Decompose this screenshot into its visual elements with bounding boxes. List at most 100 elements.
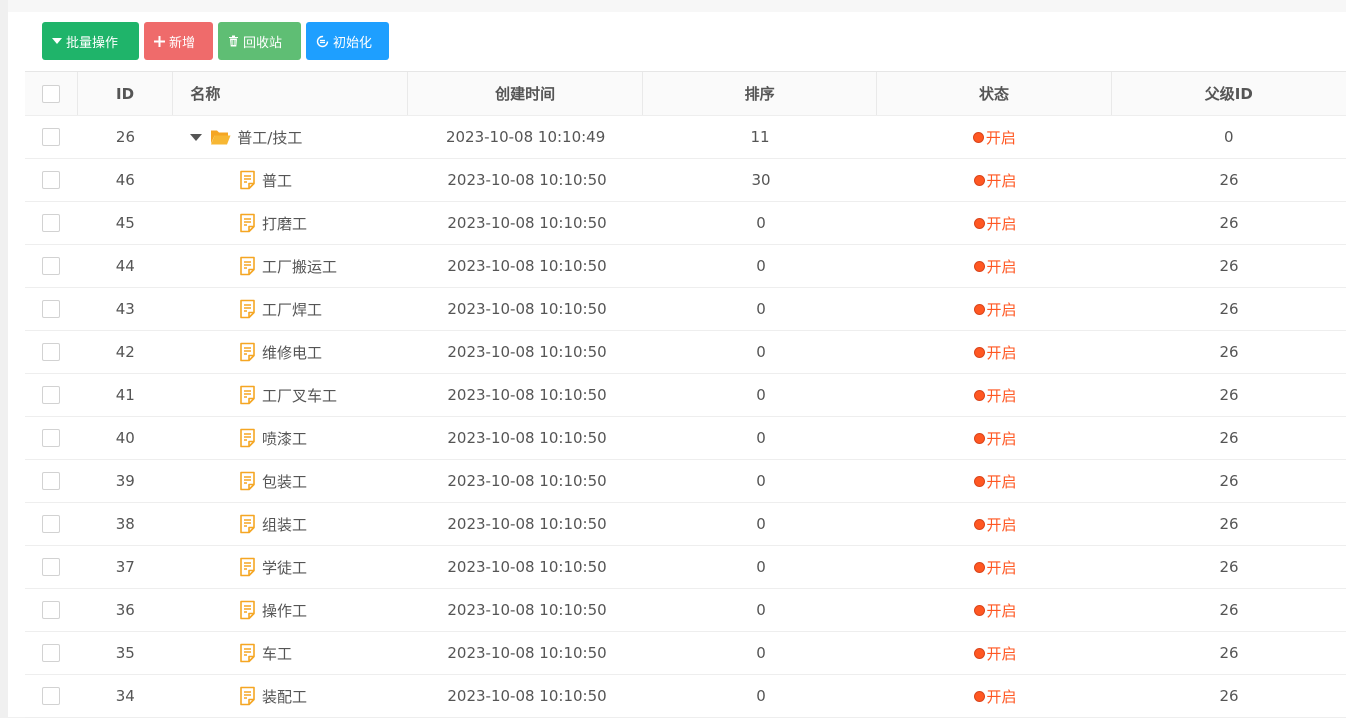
row-created-time: 2023-10-08 10:10:50 <box>410 546 644 588</box>
row-checkbox-cell <box>25 374 78 416</box>
row-parent-id: 26 <box>1112 460 1346 502</box>
document-icon <box>239 514 256 534</box>
status-badge[interactable]: 开启 <box>973 600 1017 621</box>
caret-down-icon[interactable] <box>190 133 203 141</box>
table-row[interactable]: 46 普工 2023-10-08 10:10:50 30 开启 26 <box>25 159 1346 202</box>
row-checkbox-cell <box>25 417 78 459</box>
table-row[interactable]: 36 操作工 2023-10-08 10:10:50 0 开启 26 <box>25 589 1346 632</box>
table-row[interactable]: 39 包装工 2023-10-08 10:10:50 0 开启 26 <box>25 460 1346 503</box>
row-parent-id-text: 26 <box>1219 386 1239 404</box>
status-text: 开启 <box>986 300 1017 319</box>
header-name[interactable]: 名称 <box>173 72 409 115</box>
status-dot-icon <box>973 217 985 229</box>
header-created-time[interactable]: 创建时间 <box>408 72 643 115</box>
status-badge[interactable]: 开启 <box>973 170 1017 191</box>
row-name-text: 工厂叉车工 <box>262 386 338 405</box>
row-id-text: 40 <box>115 429 135 447</box>
table-row[interactable]: 41 工厂叉车工 2023-10-08 10:10:50 0 开启 26 <box>25 374 1346 417</box>
row-sort: 0 <box>644 589 878 631</box>
status-badge[interactable]: 开启 <box>973 299 1017 320</box>
recycle-bin-button[interactable]: 回收站 <box>218 22 301 60</box>
row-checkbox[interactable] <box>42 386 61 404</box>
table-row[interactable]: 38 组装工 2023-10-08 10:10:50 0 开启 26 <box>25 503 1346 546</box>
row-name-text: 维修电工 <box>262 343 323 362</box>
refresh-icon <box>316 35 329 48</box>
batch-operation-button[interactable]: 批量操作 <box>42 22 139 60</box>
status-badge[interactable]: 开启 <box>973 557 1017 578</box>
row-checkbox[interactable] <box>42 128 61 146</box>
select-all-cell <box>25 72 78 115</box>
row-parent-id: 26 <box>1112 331 1346 373</box>
document-icon <box>239 213 256 233</box>
row-checkbox[interactable] <box>42 257 61 275</box>
row-created-time: 2023-10-08 10:10:50 <box>410 374 644 416</box>
status-text: 开启 <box>986 171 1017 190</box>
header-sort[interactable]: 排序 <box>643 72 878 115</box>
row-id-text: 38 <box>115 515 135 533</box>
table-row[interactable]: 35 车工 2023-10-08 10:10:50 0 开启 26 <box>25 632 1346 675</box>
row-checkbox[interactable] <box>42 300 61 318</box>
table-row[interactable]: 34 装配工 2023-10-08 10:10:50 0 开启 26 <box>25 675 1346 718</box>
table-row[interactable]: 43 工厂焊工 2023-10-08 10:10:50 0 开启 26 <box>25 288 1346 331</box>
status-dot-icon <box>973 303 985 315</box>
table-row[interactable]: 45 打磨工 2023-10-08 10:10:50 0 开启 26 <box>25 202 1346 245</box>
status-badge[interactable]: 开启 <box>972 127 1016 148</box>
header-status[interactable]: 状态 <box>877 72 1112 115</box>
table-row[interactable]: 42 维修电工 2023-10-08 10:10:50 0 开启 26 <box>25 331 1346 374</box>
row-time-text: 2023-10-08 10:10:50 <box>447 386 607 404</box>
status-badge[interactable]: 开启 <box>973 256 1017 277</box>
row-checkbox[interactable] <box>42 472 61 490</box>
status-text: 开启 <box>986 558 1017 577</box>
table-row[interactable]: 37 学徒工 2023-10-08 10:10:50 0 开启 26 <box>25 546 1346 589</box>
status-badge[interactable]: 开启 <box>973 213 1017 234</box>
status-badge[interactable]: 开启 <box>973 342 1017 363</box>
row-sort-text: 0 <box>756 343 766 361</box>
row-checkbox-cell <box>25 202 78 244</box>
status-text: 开启 <box>986 687 1017 706</box>
row-id: 39 <box>78 460 174 502</box>
row-checkbox-cell <box>25 460 78 502</box>
header-parent-id[interactable]: 父级ID <box>1112 72 1346 115</box>
row-name-text: 工厂焊工 <box>262 300 323 319</box>
status-badge[interactable]: 开启 <box>973 643 1017 664</box>
status-badge[interactable]: 开启 <box>973 514 1017 535</box>
row-checkbox[interactable] <box>42 601 61 619</box>
row-id: 38 <box>78 503 174 545</box>
status-badge[interactable]: 开启 <box>973 686 1017 707</box>
row-status-cell: 开启 <box>878 417 1112 459</box>
initialize-button[interactable]: 初始化 <box>306 22 389 60</box>
table-row[interactable]: 40 喷漆工 2023-10-08 10:10:50 0 开启 26 <box>25 417 1346 460</box>
row-status-cell: 开启 <box>878 331 1112 373</box>
row-checkbox[interactable] <box>42 214 61 232</box>
row-time-text: 2023-10-08 10:10:50 <box>447 558 607 576</box>
row-status-cell: 开启 <box>877 116 1111 158</box>
row-checkbox[interactable] <box>42 687 61 705</box>
row-parent-id: 26 <box>1112 503 1346 545</box>
status-badge[interactable]: 开启 <box>973 428 1017 449</box>
row-created-time: 2023-10-08 10:10:50 <box>410 675 644 717</box>
status-badge[interactable]: 开启 <box>973 471 1017 492</box>
header-id[interactable]: ID <box>78 72 174 115</box>
row-sort-text: 0 <box>756 515 766 533</box>
add-button[interactable]: 新增 <box>144 22 213 60</box>
plus-icon <box>154 35 165 47</box>
table-row[interactable]: 26 普工/技工 2023-10-08 10:10:49 11 开启 0 <box>25 116 1346 159</box>
row-id-text: 44 <box>115 257 135 275</box>
row-checkbox[interactable] <box>42 429 61 447</box>
row-created-time: 2023-10-08 10:10:50 <box>410 460 644 502</box>
row-name-text: 装配工 <box>262 687 308 706</box>
status-badge[interactable]: 开启 <box>973 385 1017 406</box>
row-parent-id: 26 <box>1112 159 1346 201</box>
row-checkbox[interactable] <box>42 343 61 361</box>
row-id-text: 46 <box>115 171 135 189</box>
row-name-cell: 工厂搬运工 <box>173 245 410 287</box>
select-all-checkbox[interactable] <box>41 84 60 103</box>
row-checkbox[interactable] <box>42 515 61 533</box>
row-sort-text: 0 <box>756 386 766 404</box>
row-checkbox[interactable] <box>42 171 61 189</box>
row-checkbox[interactable] <box>42 644 61 662</box>
status-dot-icon <box>973 561 985 573</box>
row-name-cell: 普工/技工 <box>173 116 408 158</box>
table-row[interactable]: 44 工厂搬运工 2023-10-08 10:10:50 0 开启 26 <box>25 245 1346 288</box>
row-checkbox[interactable] <box>42 558 61 576</box>
